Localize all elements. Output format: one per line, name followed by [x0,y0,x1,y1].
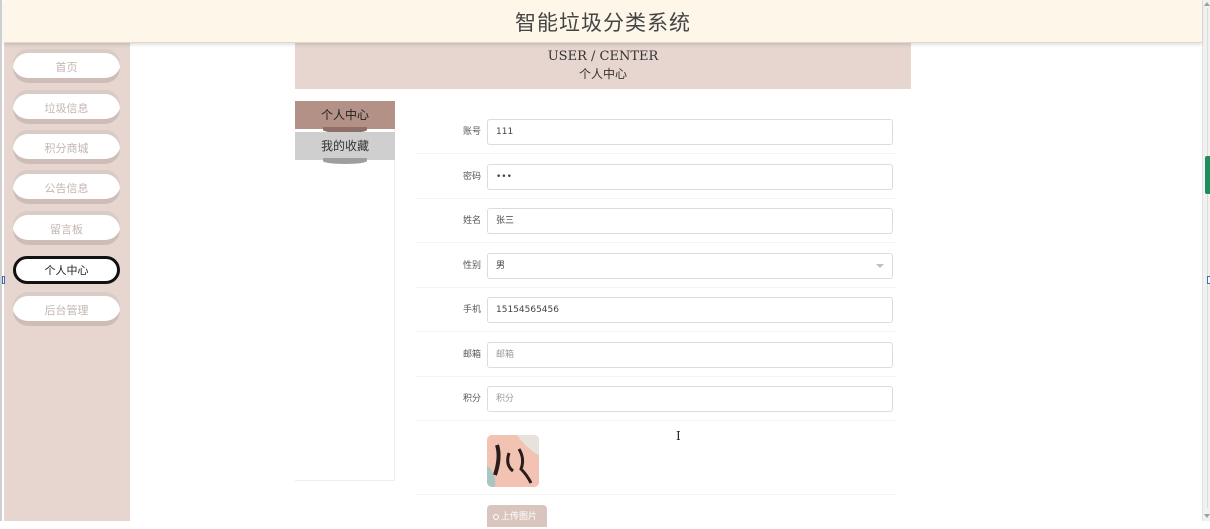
app-window: 智能垃圾分类系统 首页 垃圾信息 积分商城 公告信息 留言板 个人中心 后台管理… [0,0,1210,527]
field-label: 账号 [462,127,481,137]
tab-label: 我的收藏 [320,139,369,153]
scroll-up-icon[interactable] [1204,2,1210,6]
form-row-gender: 性别 男 [415,244,897,288]
field-label: 手机 [462,305,481,315]
field-label: 邮箱 [462,350,481,360]
tab-decoration [323,158,367,164]
sidebar-item-label: 留言板 [50,223,83,236]
scroll-track [1207,8,1208,508]
form-row-name: 姓名 张三 [415,199,897,243]
sidebar-item-label: 后台管理 [44,304,89,317]
banner-title-en: USER / CENTER [547,49,659,64]
system-title: 智能垃圾分类系统 [515,11,691,35]
window-resize-handle-left[interactable] [2,276,5,284]
banner-title-cn: 个人中心 [578,67,627,81]
form-row-phone: 手机 15154565456 [415,288,897,332]
avatar[interactable] [487,435,539,487]
account-field[interactable]: 111 [487,119,893,145]
scroll-down-icon[interactable] [1204,514,1210,518]
tab-my-favorites[interactable]: 我的收藏 [295,132,395,164]
sidebar-item-points-mall[interactable]: 积分商城 [13,129,120,164]
sidebar-item-label: 公告信息 [44,182,89,195]
form-row-points: 积分 积分 [415,377,897,421]
tab-personal-center[interactable]: 个人中心 [295,101,395,133]
sidebar-item-announcements[interactable]: 公告信息 [13,169,120,204]
sidebar-item-home[interactable]: 首页 [13,48,120,83]
page-banner: USER / CENTER 个人中心 [295,43,911,89]
gender-selected-value: 男 [496,261,506,271]
points-field[interactable]: 积分 [487,386,893,412]
password-field[interactable]: ••• [487,164,893,190]
main-content: USER / CENTER 个人中心 个人中心 我的收藏 账号 111 密码 •… [130,43,1202,527]
page-scrollbar[interactable] [1202,0,1210,521]
email-field[interactable]: 邮箱 [487,342,893,368]
phone-field[interactable]: 15154565456 [487,297,893,323]
name-field[interactable]: 张三 [487,208,893,234]
field-label: 性别 [462,261,481,271]
upload-icon [493,514,499,520]
user-center-menu: 个人中心 我的收藏 [295,101,395,481]
profile-form: 账号 111 密码 ••• 姓名 张三 性别 男 手机 15154565456 [415,101,897,527]
form-row-email: 邮箱 邮箱 [415,333,897,377]
field-label: 密码 [462,172,481,182]
form-row-account: 账号 111 [415,110,897,154]
sidebar-item-admin[interactable]: 后台管理 [13,291,120,326]
chevron-down-icon[interactable] [876,264,884,268]
gender-select[interactable]: 男 [487,253,893,279]
sidebar-item-label: 垃圾信息 [44,102,89,115]
form-row-password: 密码 ••• [415,155,897,199]
scroll-thumb[interactable] [1205,156,1210,194]
avatar-row [415,433,897,495]
upload-image-button[interactable]: 上传图片 [487,505,547,527]
top-header: 智能垃圾分类系统 [4,0,1202,43]
sidebar-item-label: 积分商城 [44,142,89,155]
tab-label: 个人中心 [320,108,369,122]
text-cursor-icon: I [676,429,681,443]
sidebar-item-personal-center[interactable]: 个人中心 [13,256,120,284]
field-label: 积分 [462,394,481,404]
sidebar-item-message-board[interactable]: 留言板 [13,210,120,245]
sidebar-item-label: 首页 [55,61,78,74]
sidebar-item-garbage-info[interactable]: 垃圾信息 [13,89,120,124]
sidebar-nav: 首页 垃圾信息 积分商城 公告信息 留言板 个人中心 后台管理 [4,43,130,521]
field-label: 姓名 [462,216,481,226]
sidebar-item-label: 个人中心 [44,264,89,277]
